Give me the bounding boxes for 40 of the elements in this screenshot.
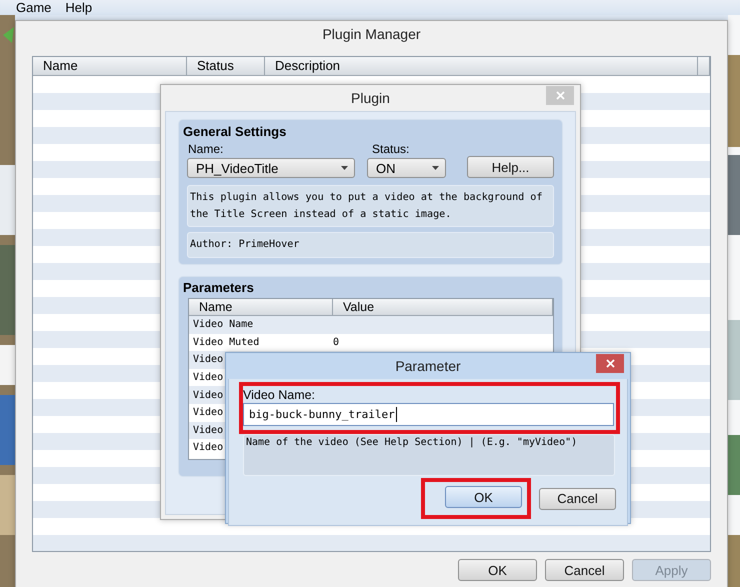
column-header[interactable]: Description xyxy=(265,57,698,75)
close-button[interactable] xyxy=(596,354,624,373)
ok-button[interactable]: OK xyxy=(458,559,537,581)
dropdown-arrow-icon xyxy=(341,166,348,170)
menu-item[interactable]: Game xyxy=(16,0,52,15)
dropdown-arrow-icon xyxy=(432,166,439,170)
table-cell: Video xyxy=(193,390,224,401)
status-dropdown[interactable]: ON xyxy=(367,158,446,178)
cancel-button[interactable]: Cancel xyxy=(545,559,624,581)
table-cell: Video xyxy=(193,424,224,436)
menu-item[interactable]: Help xyxy=(65,0,92,15)
ok-button[interactable]: OK xyxy=(445,486,522,508)
window-title: Plugin xyxy=(351,90,390,106)
field-label: Status: xyxy=(372,142,410,156)
table-cell: Video xyxy=(193,354,224,366)
table-cell: Video xyxy=(193,372,224,384)
field-label: Name: xyxy=(188,142,224,156)
field-label: Video Name: xyxy=(243,388,316,402)
group-title: Parameters xyxy=(183,280,255,295)
column-header[interactable]: Value xyxy=(333,299,553,315)
column-header[interactable]: Name xyxy=(189,299,333,315)
table-cell: 0 xyxy=(333,336,340,348)
close-icon xyxy=(606,359,614,368)
close-icon xyxy=(556,91,564,100)
window-title: Plugin Manager xyxy=(322,26,421,42)
plugin-author: Author: PrimeHover xyxy=(187,232,554,258)
cancel-button[interactable]: Cancel xyxy=(539,488,616,510)
column-header[interactable]: Status xyxy=(187,57,265,75)
table-cell: Video Muted xyxy=(193,336,260,348)
window-title: Parameter xyxy=(395,358,461,374)
input-field[interactable]: big-buck-bunny_trailer xyxy=(243,403,614,426)
table-cell: Video Name xyxy=(193,319,254,330)
plugin-description: This plugin allows you to put a video at the background of the Title Screen instead of a static image. xyxy=(187,185,554,227)
group-title: General Settings xyxy=(183,124,288,139)
parameter-description: Name of the video (See Help Section) | (E.g. "myVideo") xyxy=(243,434,615,476)
table-cell: Video xyxy=(193,407,224,418)
column-header[interactable]: Name xyxy=(33,57,187,75)
help-button[interactable]: Help... xyxy=(467,156,554,178)
table-cell: Video xyxy=(193,442,224,454)
name-dropdown[interactable]: PH_VideoTitle xyxy=(187,158,355,178)
